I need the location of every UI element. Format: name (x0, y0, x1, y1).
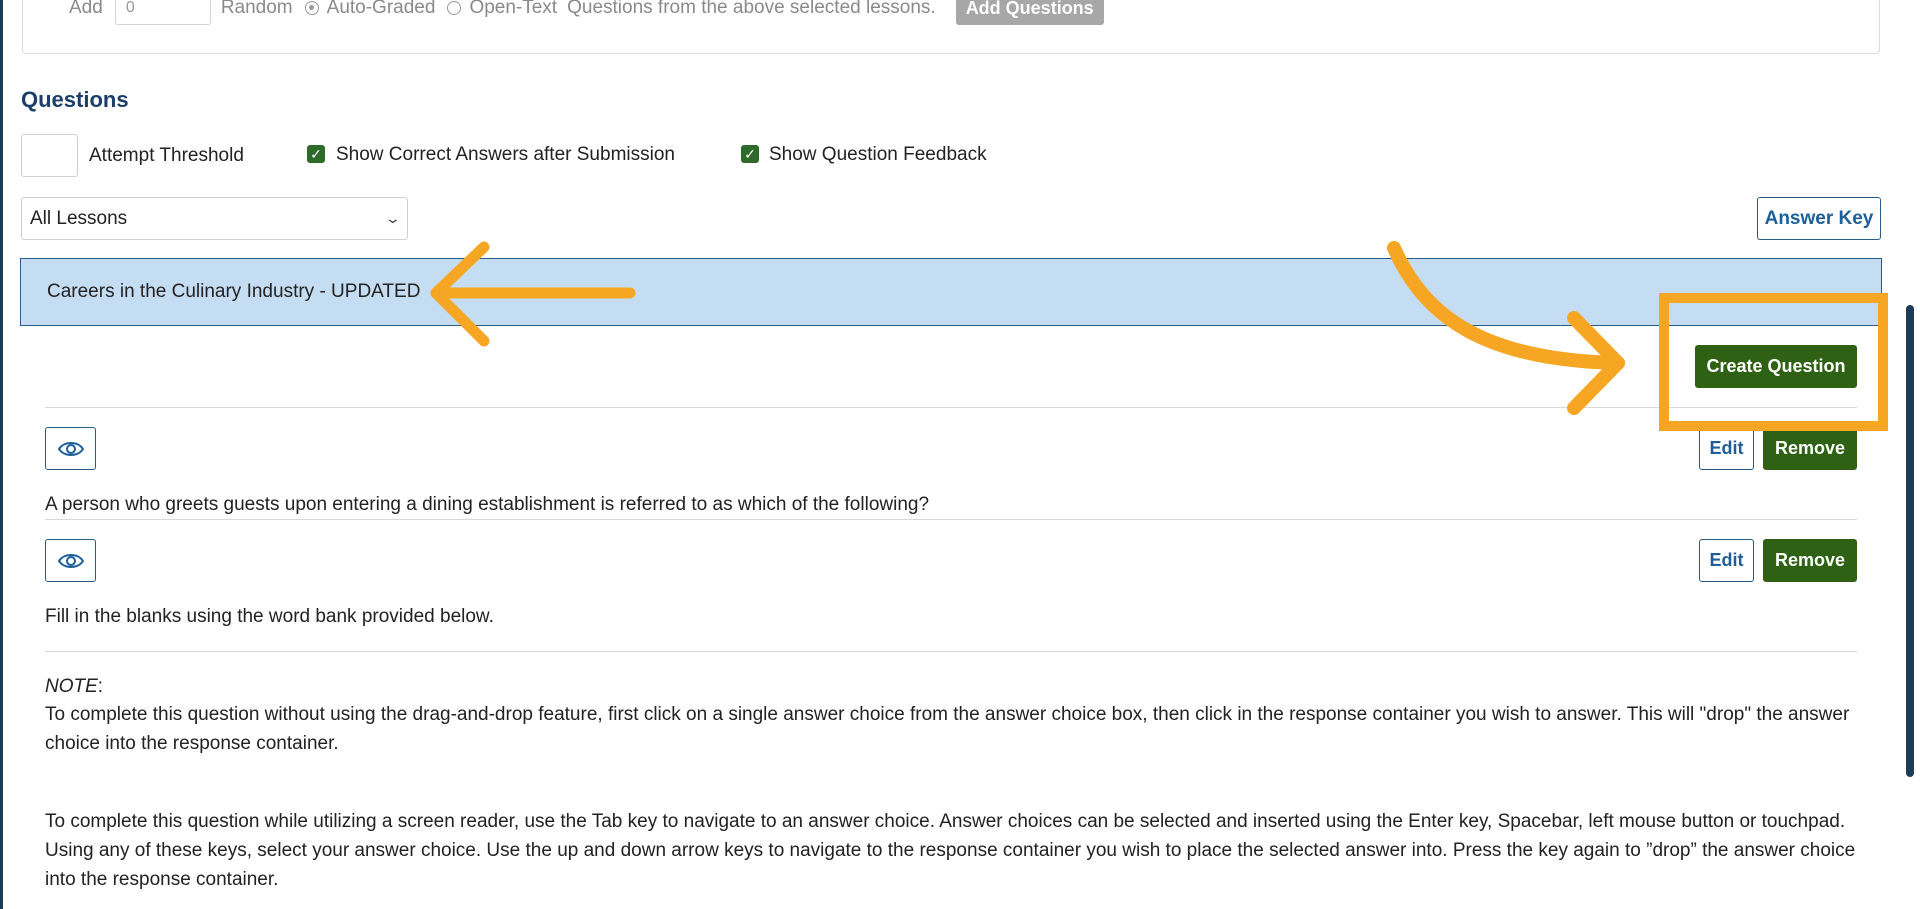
edit-question-button[interactable]: Edit (1699, 539, 1754, 582)
create-question-button[interactable]: Create Question (1695, 345, 1857, 388)
divider (45, 519, 1857, 520)
checkmark-icon: ✓ (744, 145, 756, 162)
edit-question-button[interactable]: Edit (1699, 427, 1754, 470)
scrollbar[interactable] (1906, 305, 1914, 777)
divider (45, 651, 1857, 652)
open-text-radio[interactable] (447, 1, 462, 15)
remove-question-button[interactable]: Remove (1763, 427, 1857, 470)
note-label-colon: : (97, 676, 104, 697)
open-text-label: Open-Text (469, 0, 558, 18)
checkmark-icon: ✓ (310, 145, 322, 162)
questions-heading: Questions (21, 87, 129, 112)
chevron-down-icon: ⌄ (384, 210, 402, 226)
random-label: Random (220, 0, 293, 18)
add-label: Add (69, 0, 103, 18)
note-paragraph: To complete this question while utilizin… (45, 811, 1856, 890)
remove-question-button[interactable]: Remove (1763, 539, 1857, 582)
show-correct-answers-checkbox[interactable]: ✓ (307, 145, 325, 163)
lesson-filter-value: All Lessons (30, 207, 128, 229)
question-text: A person who greets guests upon entering… (45, 494, 930, 515)
eye-icon (57, 441, 84, 456)
lesson-filter-select[interactable]: All Lessons ⌄ (21, 197, 408, 240)
answer-key-button[interactable]: Answer Key (1757, 197, 1881, 240)
add-questions-panel: Add 0 Random Auto-Graded Open-Text Quest… (22, 0, 1880, 54)
attempt-threshold-input[interactable] (21, 134, 78, 177)
auto-graded-label: Auto-Graded (326, 0, 436, 18)
show-feedback-checkbox[interactable]: ✓ (741, 145, 759, 163)
show-feedback-label: Show Question Feedback (769, 144, 987, 165)
divider (45, 407, 1857, 408)
lesson-title: Careers in the Culinary Industry - UPDAT… (47, 281, 421, 302)
auto-graded-radio[interactable] (304, 1, 319, 15)
note-label: NOTE: (45, 676, 103, 698)
note-label-text: NOTE (45, 676, 98, 697)
annotation-overlay (430, 241, 1888, 431)
preview-question-button[interactable] (45, 539, 96, 582)
add-questions-button[interactable]: Add Questions (955, 0, 1104, 25)
chevron-up-icon[interactable]: ︿ (1835, 279, 1859, 303)
from-lessons-text: Questions from the above selected lesson… (567, 0, 936, 18)
lesson-accordion-header[interactable]: Careers in the Culinary Industry - UPDAT… (20, 258, 1882, 326)
preview-question-button[interactable] (45, 427, 96, 470)
add-questions-row: Add 0 Random Auto-Graded Open-Text Quest… (69, 0, 1104, 25)
question-count-input[interactable]: 0 (114, 0, 211, 25)
attempt-threshold-label: Attempt Threshold (89, 145, 244, 166)
eye-icon (57, 553, 84, 568)
show-correct-answers-label: Show Correct Answers after Submission (336, 144, 675, 165)
question-text: Fill in the blanks using the word bank p… (45, 606, 494, 627)
page-left-border (0, 0, 3, 909)
note-paragraph: To complete this question without using … (45, 704, 1850, 754)
